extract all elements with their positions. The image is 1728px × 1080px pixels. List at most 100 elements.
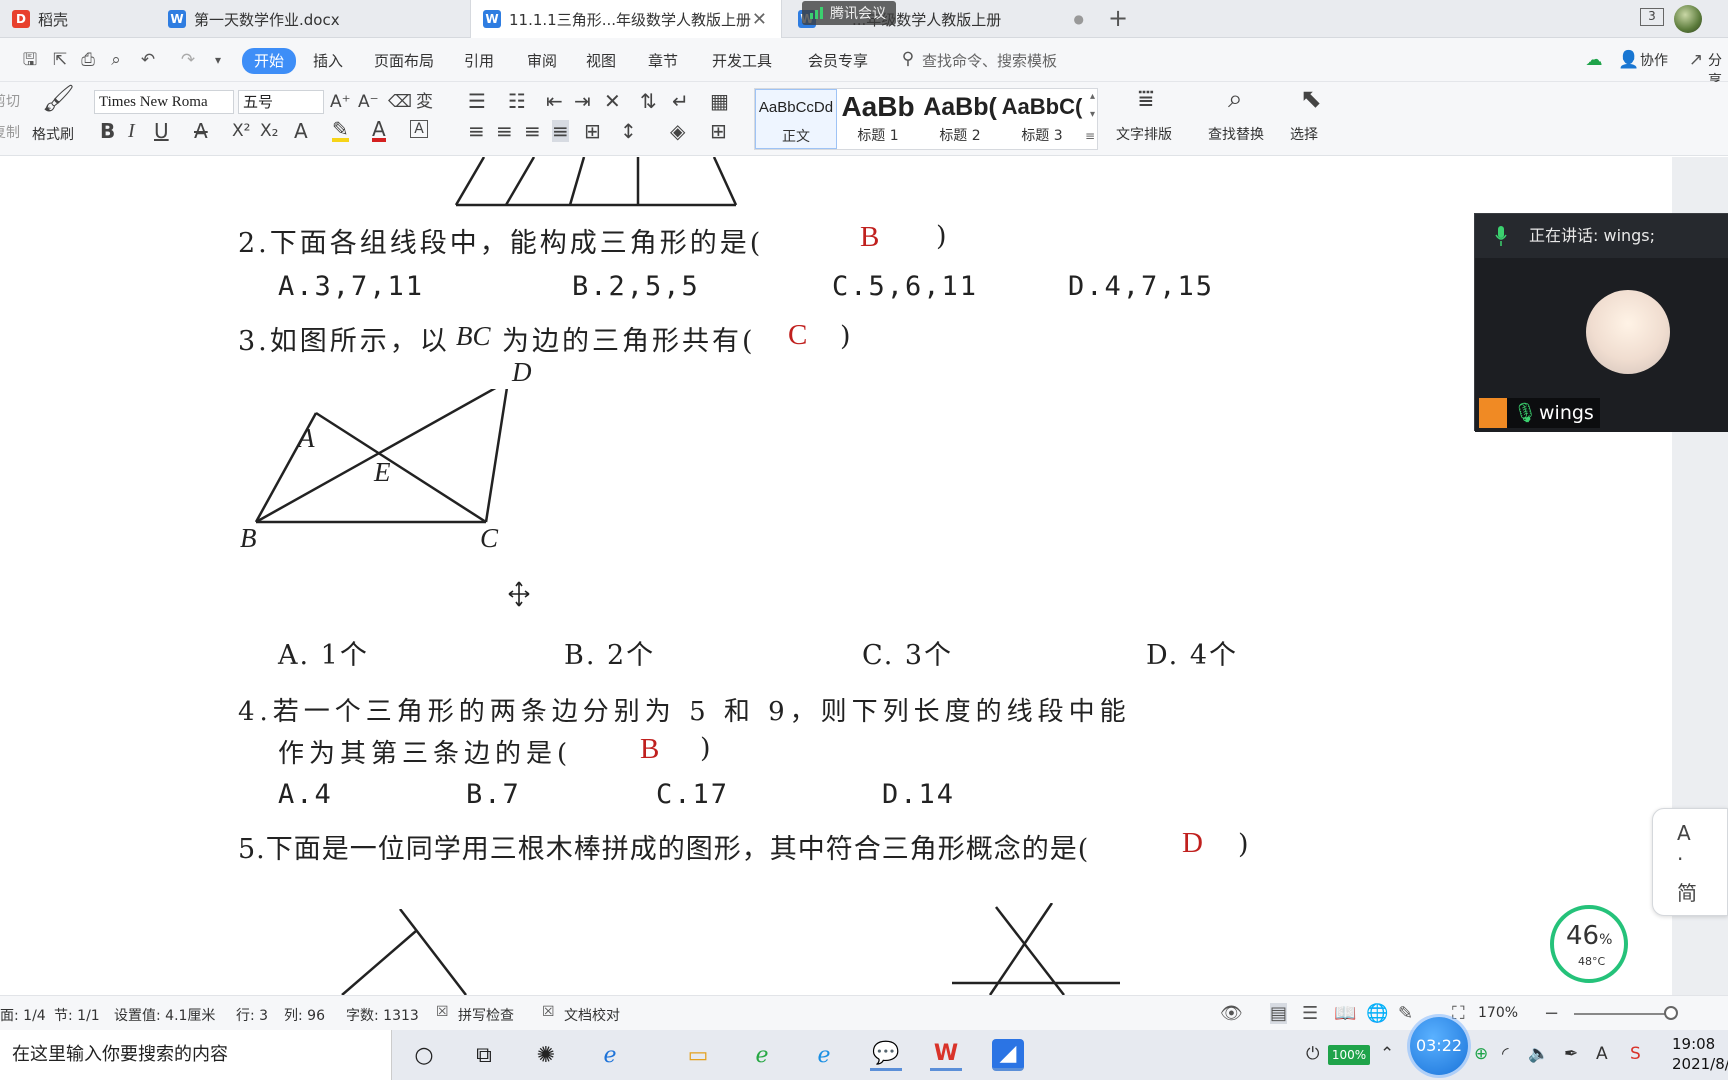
menu-developer[interactable]: 开发工具 [712,50,772,72]
meeting-timer[interactable]: 03:22 [1410,1017,1468,1075]
edge-legacy-icon[interactable]: ℯ [746,1039,778,1071]
chevron-down-icon[interactable]: ▾ [1090,109,1095,120]
bold-icon[interactable]: B [100,120,115,142]
italic-icon[interactable]: I [128,120,135,142]
shading-icon[interactable]: ◈ [670,120,685,142]
word-count[interactable]: 字数: 1313 [346,1005,419,1025]
font-color-icon[interactable]: A [372,119,386,142]
underline-icon[interactable]: U [154,120,169,142]
page-view-icon[interactable]: ▤ [1270,1003,1288,1024]
wifi-icon[interactable]: ◜ [1502,1044,1509,1064]
tab-docer[interactable]: D 稻壳 [0,0,154,38]
browser-icon[interactable]: ℯ [808,1039,840,1071]
select-button[interactable]: 选择 [1290,124,1318,144]
close-icon[interactable]: ✕ [752,9,767,30]
justify-icon[interactable]: ≡ [552,120,569,142]
text-effect-icon[interactable]: A [294,120,308,142]
collab-button[interactable]: 协作 [1640,50,1668,70]
more-styles-icon[interactable]: ≡ [1085,129,1095,143]
system-clock[interactable]: 19:08 2021/8/ [1672,1034,1728,1074]
sort-icon[interactable]: ⇅ [640,90,657,112]
bullet-list-icon[interactable]: ☰ [468,90,486,112]
line-spacing-icon[interactable]: ↕ [620,120,637,142]
menu-view[interactable]: 视图 [586,50,616,72]
avatar[interactable] [1674,5,1702,33]
proofread-button[interactable]: 文档校对 [564,1005,620,1025]
copy-button[interactable]: 复制 [0,122,20,142]
table-tools-icon[interactable]: ▦ [710,90,729,112]
highlight-icon[interactable]: ✎ [332,119,349,142]
distributed-icon[interactable]: ⊞ [584,120,601,142]
tab-homework[interactable]: W 第一天数学作业.docx [156,0,468,38]
style-heading-3[interactable]: AaBbC( 标题 3 [1001,89,1083,149]
align-right-icon[interactable]: ≡ [524,120,541,142]
new-tab-button[interactable]: + [1108,4,1128,32]
style-normal[interactable]: AaBbCcDd 正文 [755,89,837,149]
window-count-badge[interactable]: 3 [1640,8,1664,26]
input-method-icon[interactable]: A [1596,1044,1608,1064]
phonetic-icon[interactable]: 変 [416,91,433,113]
menu-insert[interactable]: 插入 [313,50,343,72]
align-center-icon[interactable]: ≡ [496,120,513,142]
outline-view-icon[interactable]: ☰ [1302,1003,1318,1024]
style-heading-2[interactable]: AaBb( 标题 2 [919,89,1001,149]
chevron-down-icon[interactable]: ▾ [208,50,228,70]
chevron-up-icon[interactable]: ⌃ [1380,1044,1394,1064]
preview-icon[interactable]: ⌕ [106,50,126,70]
redo-icon[interactable]: ↷ [178,50,198,70]
menu-chapter[interactable]: 章节 [648,50,678,72]
ime-toolbar[interactable]: A · 简 [1652,808,1728,916]
menu-home[interactable]: 开始 [242,48,297,74]
file-explorer-icon[interactable]: ▭ [682,1039,714,1071]
show-marks-icon[interactable]: ↵ [672,90,689,112]
search-icon[interactable]: ⌕ [1228,86,1243,112]
cloud-sync-icon[interactable]: ☁ [1584,50,1604,70]
meeting-badge[interactable]: 腾讯会议 [802,1,896,25]
superscript-icon[interactable]: X² [232,120,250,142]
document-page[interactable]: 2.下面各组线段中，能构成三角形的是( B ) A.3,7,11 B.2,5,5… [0,157,1672,995]
meeting-panel[interactable]: 正在讲话: wings; 🎙 wings [1474,213,1728,432]
web-view-icon[interactable]: 🌐 [1366,1003,1388,1024]
menu-review[interactable]: 审阅 [527,50,557,72]
decrease-indent-icon[interactable]: ⇤ [546,90,563,112]
tray-green-icon[interactable]: ⊕ [1474,1044,1488,1064]
tab-triangle-doc[interactable]: W 11.1.1三角形...年级数学人教版上册 ✕ [470,0,782,38]
page-indicator[interactable]: 页面: 1/4 [0,1005,46,1025]
undo-icon[interactable]: ↶ [138,50,158,70]
find-replace-button[interactable]: 查找替换 [1208,124,1264,144]
tencent-meeting-icon[interactable]: ◢ [992,1039,1024,1071]
subscript-icon[interactable]: X₂ [260,120,278,142]
performance-widget[interactable]: 46% 48°C [1550,905,1628,983]
cut-button[interactable]: 剪切 [0,91,20,111]
chinese-layout-icon[interactable]: ✕ [604,90,621,112]
strikethrough-icon[interactable]: A [194,120,208,142]
borders-icon[interactable]: ⊞ [710,120,727,142]
font-size-select[interactable]: 五号 [238,90,324,114]
menu-references[interactable]: 引用 [464,50,494,72]
grow-font-icon[interactable]: A⁺ [330,91,351,113]
reading-view-icon[interactable]: 📖 [1334,1003,1356,1024]
format-painter-button[interactable]: 格式刷 [32,124,74,144]
format-painter-icon[interactable]: 🖌 [42,86,75,112]
text-layout-button[interactable]: 文字排版 [1116,124,1172,144]
chevron-up-icon[interactable]: ▴ [1090,91,1095,102]
pinwheel-app-icon[interactable]: ✺ [530,1039,562,1071]
zoom-slider-knob[interactable] [1664,1006,1678,1020]
font-name-select[interactable]: Times New Roma [94,90,234,114]
cursor-icon[interactable]: ⬉ [1300,86,1322,112]
export-icon[interactable]: ⇱ [50,50,70,70]
numbered-list-icon[interactable]: ☷ [508,90,526,112]
shrink-font-icon[interactable]: A⁻ [358,91,379,113]
zoom-slider-track[interactable] [1574,1013,1674,1015]
text-layout-icon[interactable]: ⩸ [1138,86,1154,112]
menu-member[interactable]: 会员专享 [808,50,868,72]
command-search-input[interactable]: 查找命令、搜索模板 [922,50,1057,71]
battery-indicator[interactable]: 100% [1328,1045,1370,1065]
menu-page-layout[interactable]: 页面布局 [374,50,434,72]
wps-tray-icon[interactable]: S [1630,1044,1641,1064]
pen-tray-icon[interactable]: ✒ [1564,1044,1578,1064]
style-heading-1[interactable]: AaBb 标题 1 [837,89,919,149]
eye-icon[interactable]: 👁 [1220,1003,1243,1024]
ie-browser-icon[interactable]: ℯ [594,1039,626,1071]
wps-icon[interactable]: W [930,1039,962,1071]
